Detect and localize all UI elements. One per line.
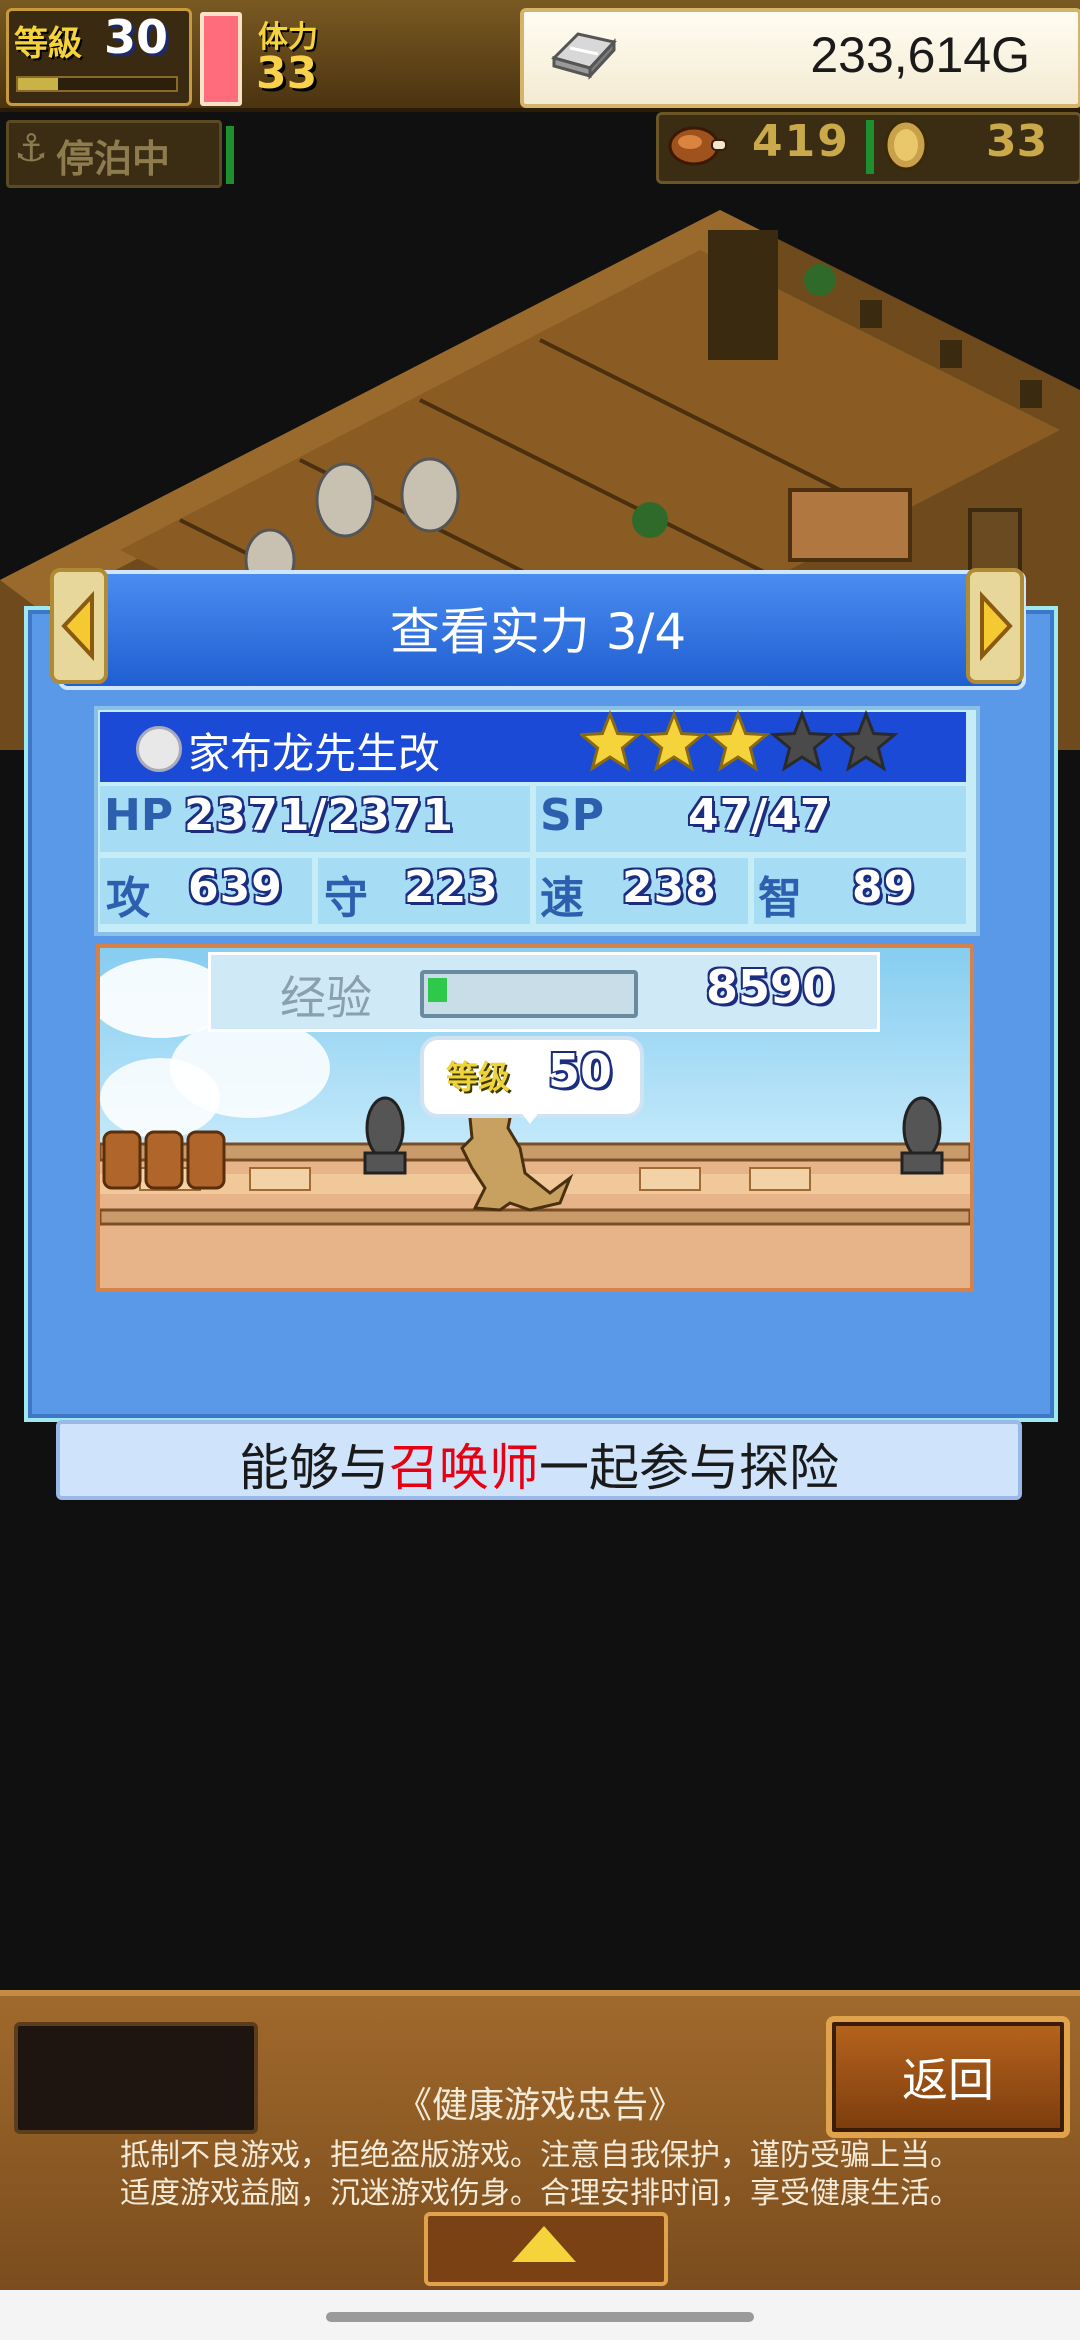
star-filled-icon [580,709,643,772]
panel-title: 查看实力 3/4 [389,603,687,661]
stamina-gauge [200,12,242,106]
monster-name: 家布龙先生改 [188,729,441,778]
player-level-value: 30 [104,10,169,64]
star-empty-icon [769,709,835,772]
medal-coin-icon [884,119,928,171]
player-exp-bar-fill [18,78,58,90]
exp-progress-bar [420,970,638,1018]
exp-value: 8590 [706,960,835,1014]
exp-progress-fill [428,978,447,1002]
coin-count: 33 [986,116,1048,167]
silver-ingot-icon [551,32,617,80]
spd-label: 速 [540,873,584,924]
level-bubble-tail [516,1106,544,1124]
home-indicator[interactable] [326,2312,754,2322]
prev-arrow-icon[interactable] [48,566,110,686]
spd-value: 238 [622,862,717,913]
food-count: 419 [752,116,850,167]
description-text-1: 能够与 [239,1439,389,1497]
hp-value: 2371/2371 [184,790,454,841]
star-filled-icon [705,709,771,772]
monster-description: 能够与召唤师一起参与探险 [56,1428,1022,1500]
anchor-icon: ⚓ [14,126,49,170]
int-value: 89 [852,862,916,913]
monster-level-label: 等级 [446,1058,511,1096]
atk-value: 639 [188,862,283,913]
description-highlight: 召唤师 [389,1439,539,1497]
sp-label: SP [540,790,604,841]
up-arrow-icon [512,2226,576,2262]
health-notice-title: 《健康游戏忠告》 [395,2085,684,2126]
next-arrow-icon[interactable] [964,566,1026,686]
int-label: 智 [758,873,802,924]
hp-label: HP [104,790,174,841]
player-level-label: 等級 [14,24,82,64]
gold-amount: 233,614G [810,27,1030,83]
status-indicator [226,126,234,184]
monster-type-icon [136,726,182,772]
meat-icon [668,126,727,166]
sp-value: 47/47 [688,790,832,841]
def-value: 223 [404,862,499,913]
def-label: 守 [324,873,368,924]
status-text: 停泊中 [56,137,171,181]
description-text-2: 一起参与探险 [539,1439,839,1497]
star-empty-icon [833,709,899,772]
atk-label: 攻 [106,873,150,924]
monster-level-value: 50 [548,1044,613,1098]
exp-label: 经验 [280,971,372,1025]
star-filled-icon [641,709,707,772]
rarity-stars [580,709,899,772]
stamina-value: 33 [256,48,318,99]
health-notice-line-2: 适度游戏益脑，沉迷游戏伤身。合理安排时间，享受健康生活。 [120,2176,960,2211]
resource-divider [866,120,874,174]
